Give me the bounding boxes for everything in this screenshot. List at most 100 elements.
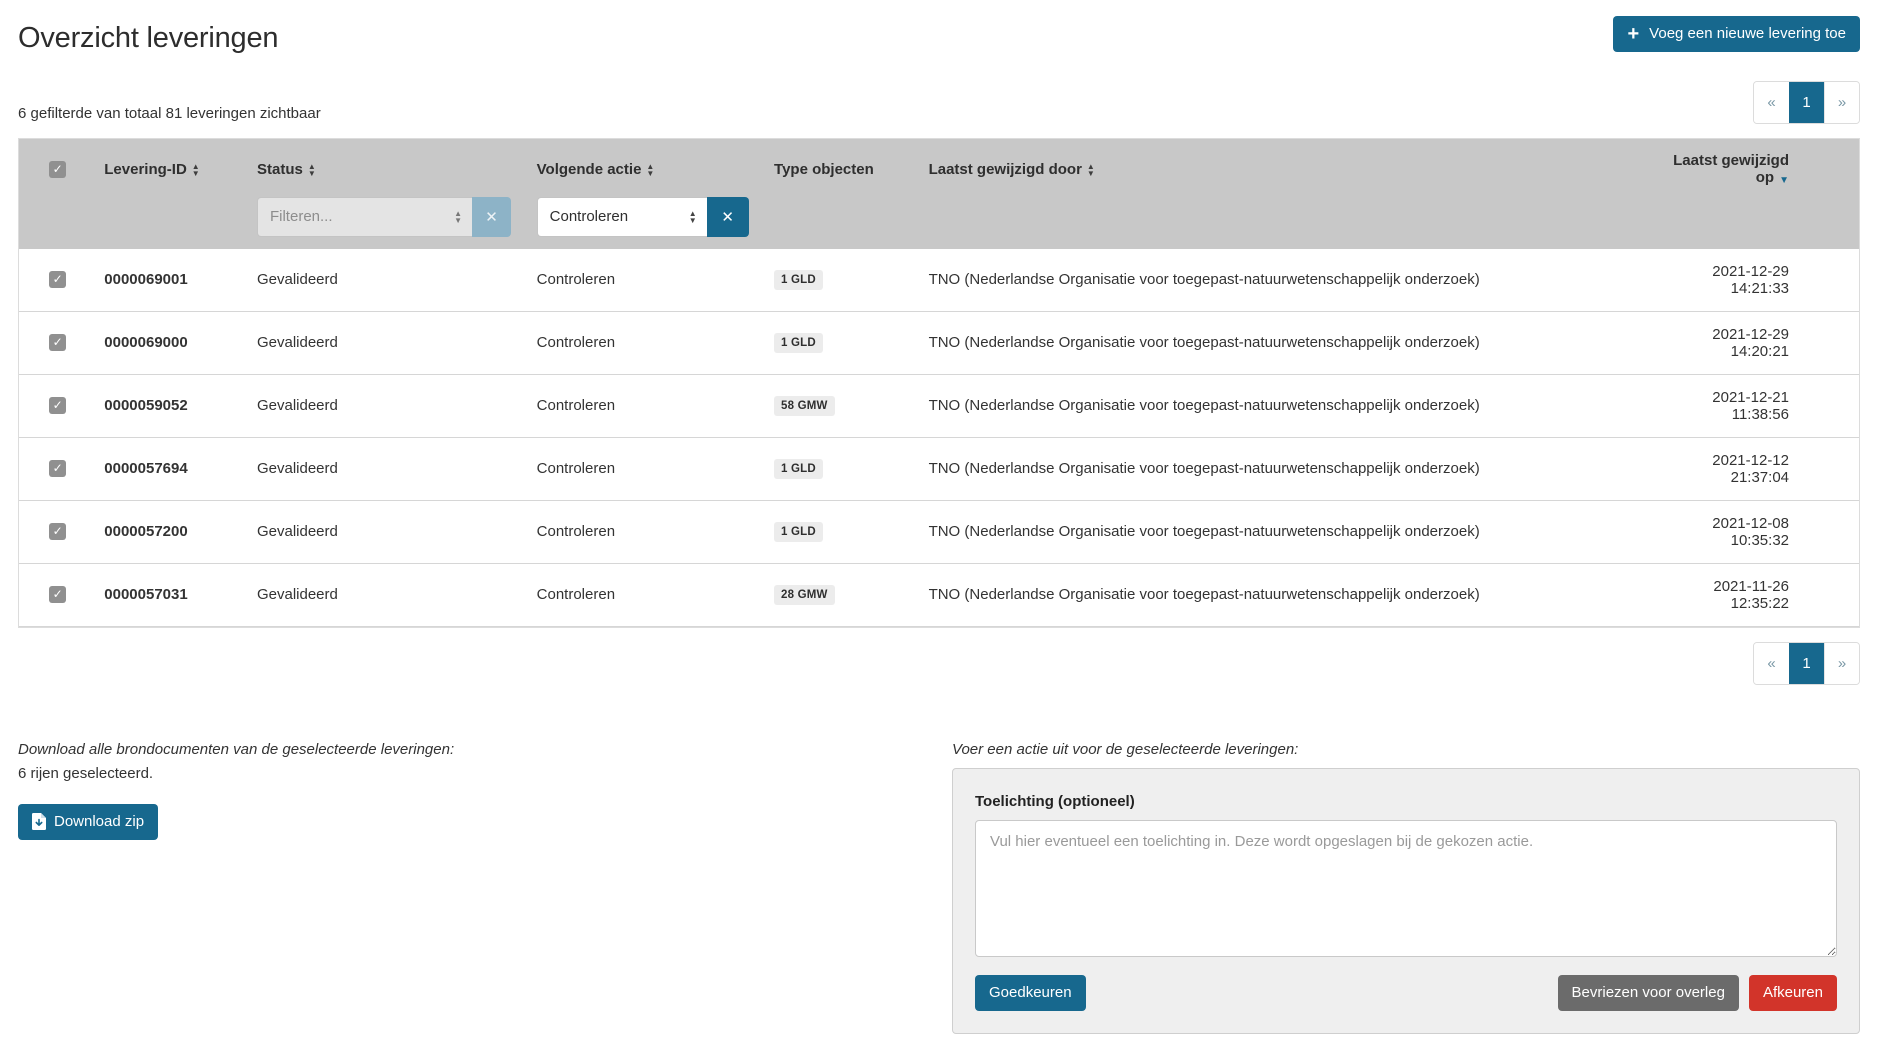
toelichting-textarea[interactable]	[975, 820, 1837, 957]
select-caret-icon	[454, 210, 462, 224]
table-row: 0000069000 Gevalideerd Controleren 1 GLD…	[19, 311, 1859, 374]
download-zip-button-label: Download zip	[54, 813, 144, 831]
pagination-page-1-button[interactable]: 1	[1789, 643, 1824, 684]
download-zip-button[interactable]: Download zip	[18, 804, 158, 840]
row-checkbox[interactable]	[49, 586, 66, 603]
levering-id-cell: 0000057200	[96, 500, 249, 563]
plus-icon: +	[1627, 27, 1639, 41]
table-row: 0000057200 Gevalideerd Controleren 1 GLD…	[19, 500, 1859, 563]
pagination-bottom: « 1 »	[1753, 642, 1860, 685]
select-caret-icon	[689, 210, 697, 224]
levering-id-cell: 0000059052	[96, 374, 249, 437]
toolbar-row: 6 gefilterde van totaal 81 leveringen zi…	[18, 81, 1860, 124]
volgende-actie-cell: Controleren	[529, 249, 766, 312]
row-checkbox[interactable]	[49, 397, 66, 414]
pagination-page-1-button[interactable]: 1	[1789, 82, 1824, 123]
gewijzigd-door-cell: TNO (Nederlandse Organisatie voor toegep…	[921, 563, 1650, 626]
pagination-prev-button[interactable]: «	[1754, 82, 1789, 123]
bottom-section: Download alle brondocumenten van de gese…	[18, 741, 1860, 1034]
page-header: Overzicht leveringen + Voeg een nieuwe l…	[18, 16, 1860, 55]
leveringen-table: Levering-ID Status Volgende actie Type o…	[18, 138, 1860, 628]
gewijzigd-door-cell: TNO (Nederlandse Organisatie voor toegep…	[921, 249, 1650, 312]
gewijzigd-op-cell: 2021-12-08 10:35:32	[1649, 500, 1859, 563]
levering-id-cell: 0000057694	[96, 437, 249, 500]
status-filter-clear-button[interactable]: ✕	[472, 197, 511, 237]
afkeuren-button[interactable]: Afkeuren	[1749, 975, 1837, 1011]
file-download-icon	[32, 813, 46, 830]
type-objecten-badge: 1 GLD	[774, 459, 823, 479]
overzicht-leveringen-page: Overzicht leveringen + Voeg een nieuwe l…	[0, 0, 1886, 1058]
action-heading: Voer een actie uit voor de geselecteerde…	[952, 741, 1860, 758]
selected-rows-count: 6 rijen geselecteerd.	[18, 765, 865, 782]
gewijzigd-door-cell: TNO (Nederlandse Organisatie voor toegep…	[921, 311, 1650, 374]
row-checkbox[interactable]	[49, 460, 66, 477]
action-panel: Toelichting (optioneel) Goedkeuren Bevri…	[952, 768, 1860, 1034]
pagination-bottom-row: « 1 »	[18, 642, 1860, 685]
column-header-status[interactable]: Status	[249, 139, 529, 191]
volgende-actie-cell: Controleren	[529, 563, 766, 626]
pagination-next-button[interactable]: »	[1824, 643, 1859, 684]
toelichting-label: Toelichting (optioneel)	[975, 793, 1837, 810]
gewijzigd-door-cell: TNO (Nederlandse Organisatie voor toegep…	[921, 500, 1650, 563]
table-row: 0000069001 Gevalideerd Controleren 1 GLD…	[19, 249, 1859, 312]
sort-icon	[1087, 163, 1095, 177]
pagination-top: « 1 »	[1753, 81, 1860, 124]
table-row: 0000059052 Gevalideerd Controleren 58 GM…	[19, 374, 1859, 437]
gewijzigd-op-cell: 2021-12-29 14:21:33	[1649, 249, 1859, 312]
column-header-laatst-gewijzigd-door[interactable]: Laatst gewijzigd door	[921, 139, 1650, 191]
filter-summary: 6 gefilterde van totaal 81 leveringen zi…	[18, 105, 321, 124]
volgende-actie-filter-value: Controleren	[550, 208, 628, 225]
status-cell: Gevalideerd	[249, 437, 529, 500]
status-filter-select[interactable]: Filteren...	[257, 197, 472, 237]
levering-id-cell: 0000057031	[96, 563, 249, 626]
gewijzigd-op-cell: 2021-12-12 21:37:04	[1649, 437, 1859, 500]
volgende-actie-cell: Controleren	[529, 437, 766, 500]
row-checkbox[interactable]	[49, 271, 66, 288]
status-cell: Gevalideerd	[249, 563, 529, 626]
pagination-next-button[interactable]: »	[1824, 82, 1859, 123]
status-cell: Gevalideerd	[249, 249, 529, 312]
add-delivery-button[interactable]: + Voeg een nieuwe levering toe	[1613, 16, 1860, 52]
column-header-type-objecten: Type objecten	[766, 139, 921, 191]
status-cell: Gevalideerd	[249, 374, 529, 437]
volgende-actie-filter-select[interactable]: Controleren	[537, 197, 707, 237]
type-objecten-badge: 28 GMW	[774, 585, 835, 605]
volgende-actie-cell: Controleren	[529, 500, 766, 563]
table-row: 0000057694 Gevalideerd Controleren 1 GLD…	[19, 437, 1859, 500]
goedkeuren-button[interactable]: Goedkeuren	[975, 975, 1086, 1011]
volgende-actie-filter-clear-button[interactable]: ✕	[707, 197, 749, 237]
table-header-row: Levering-ID Status Volgende actie Type o…	[19, 139, 1859, 191]
row-checkbox[interactable]	[49, 523, 66, 540]
column-header-volgende-actie[interactable]: Volgende actie	[529, 139, 766, 191]
bevriezen-voor-overleg-button[interactable]: Bevriezen voor overleg	[1558, 975, 1739, 1011]
sort-icon	[646, 163, 654, 177]
sort-icon	[192, 163, 200, 177]
action-buttons: Goedkeuren Bevriezen voor overleg Afkeur…	[975, 975, 1837, 1011]
add-delivery-button-label: Voeg een nieuwe levering toe	[1649, 25, 1846, 43]
sort-icon	[308, 163, 316, 177]
type-objecten-badge: 1 GLD	[774, 333, 823, 353]
type-objecten-badge: 58 GMW	[774, 396, 835, 416]
volgende-actie-cell: Controleren	[529, 311, 766, 374]
volgende-actie-cell: Controleren	[529, 374, 766, 437]
select-all-checkbox[interactable]	[49, 161, 66, 178]
pagination-prev-button[interactable]: «	[1754, 643, 1789, 684]
status-cell: Gevalideerd	[249, 500, 529, 563]
column-header-levering-id[interactable]: Levering-ID	[96, 139, 249, 191]
page-title: Overzicht leveringen	[18, 22, 278, 55]
row-checkbox[interactable]	[49, 334, 66, 351]
gewijzigd-op-cell: 2021-12-21 11:38:56	[1649, 374, 1859, 437]
levering-id-cell: 0000069001	[96, 249, 249, 312]
gewijzigd-op-cell: 2021-12-29 14:20:21	[1649, 311, 1859, 374]
status-cell: Gevalideerd	[249, 311, 529, 374]
gewijzigd-op-cell: 2021-11-26 12:35:22	[1649, 563, 1859, 626]
column-header-laatst-gewijzigd-op[interactable]: Laatst gewijzigd op	[1649, 139, 1859, 191]
gewijzigd-door-cell: TNO (Nederlandse Organisatie voor toegep…	[921, 437, 1650, 500]
status-filter-placeholder: Filteren...	[270, 208, 333, 225]
table-filter-row: Filteren... ✕ Controleren ✕	[19, 191, 1859, 249]
action-section: Voer een actie uit voor de geselecteerde…	[952, 741, 1860, 1034]
gewijzigd-door-cell: TNO (Nederlandse Organisatie voor toegep…	[921, 374, 1650, 437]
download-heading: Download alle brondocumenten van de gese…	[18, 741, 865, 758]
type-objecten-badge: 1 GLD	[774, 522, 823, 542]
type-objecten-badge: 1 GLD	[774, 270, 823, 290]
